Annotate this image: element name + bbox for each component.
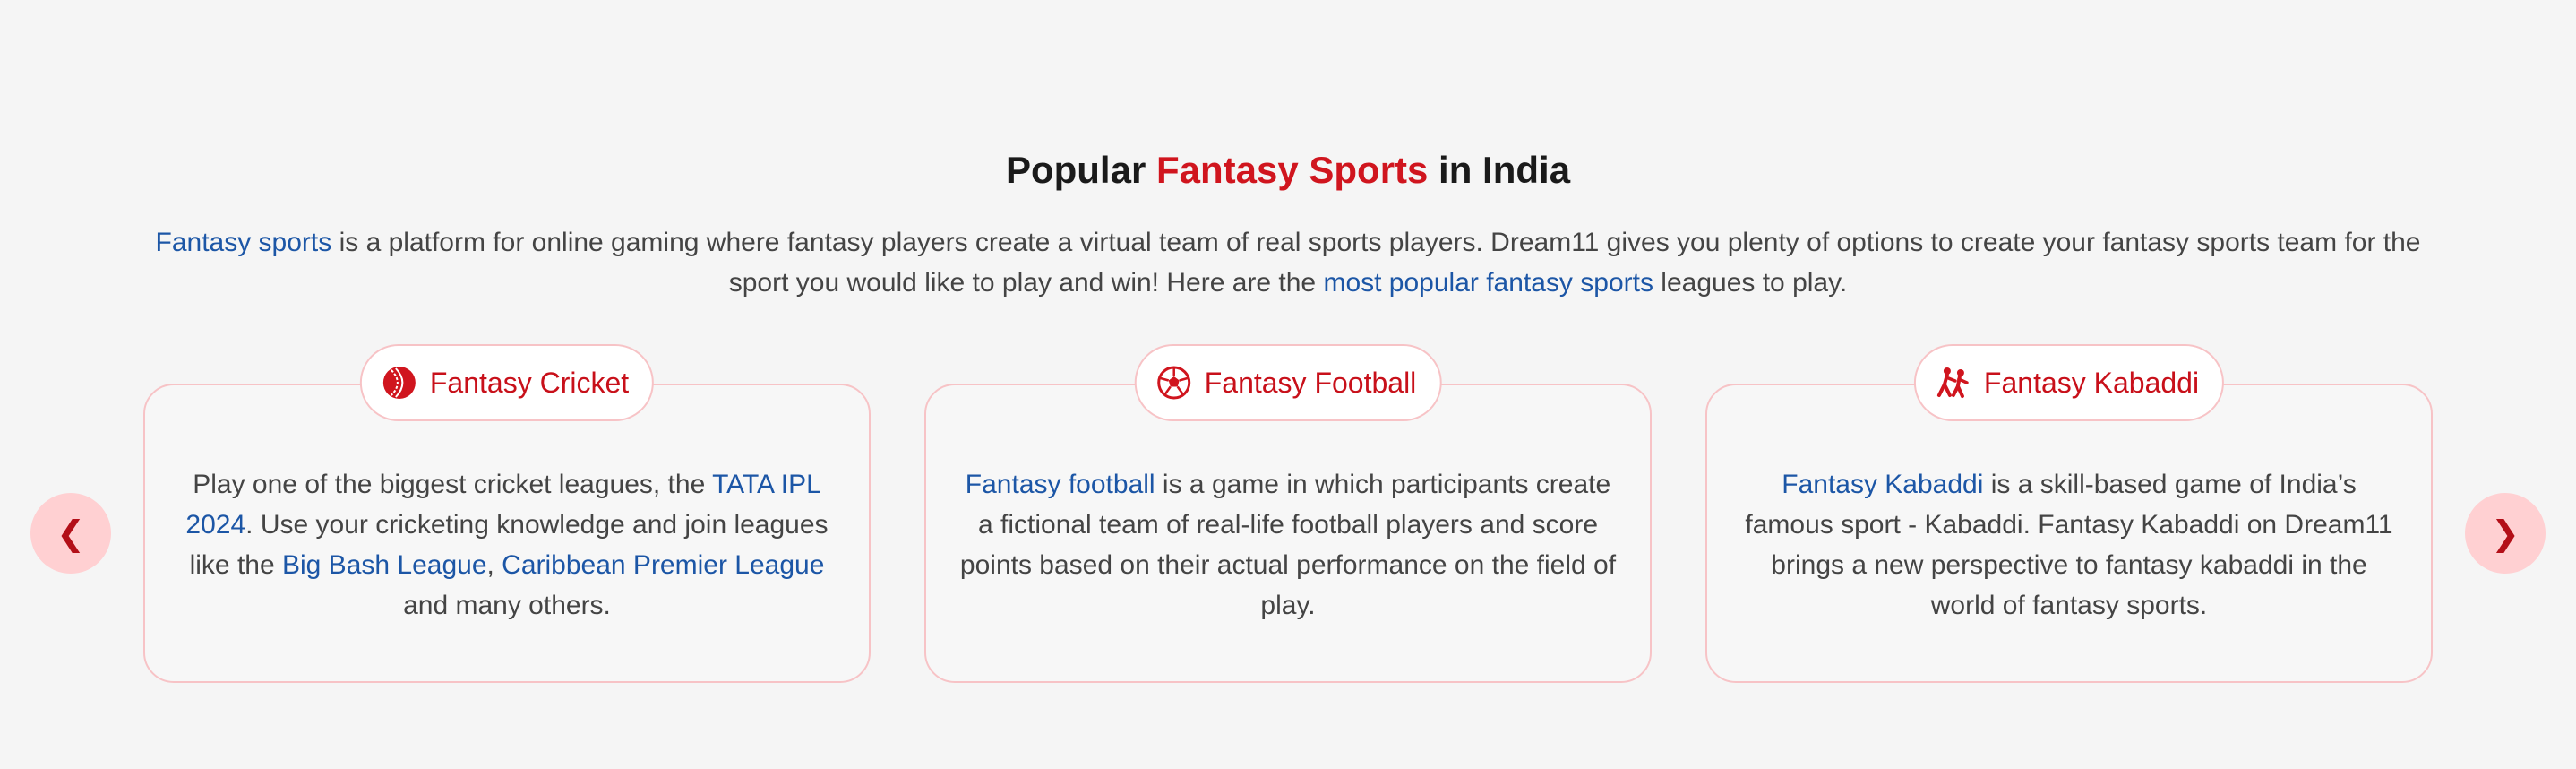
- card-cricket-text: Play one of the biggest cricket leagues,…: [177, 464, 837, 626]
- title-prefix: Popular: [1005, 149, 1156, 191]
- title-accent: Fantasy Sports: [1155, 149, 1429, 191]
- title-suffix: in India: [1428, 149, 1571, 191]
- kabaddi-players-icon: [1936, 365, 1971, 401]
- football-icon: [1156, 365, 1192, 401]
- cricket-text-4: and many others.: [403, 591, 611, 620]
- card-kabaddi-title: Fantasy Kabaddi: [1983, 366, 2200, 399]
- card-fantasy-cricket: Fantasy Cricket Play one of the biggest …: [143, 344, 871, 683]
- fantasy-sports-link[interactable]: Fantasy sports: [156, 228, 332, 257]
- card-football-header[interactable]: Fantasy Football: [1134, 344, 1442, 421]
- cricket-text-1: Play one of the biggest cricket leagues,…: [193, 470, 713, 499]
- card-cricket-title: Fantasy Cricket: [429, 366, 630, 399]
- cricket-text-3: ,: [486, 550, 502, 580]
- card-kabaddi-text: Fantasy Kabaddi is a skill-based game of…: [1739, 464, 2399, 626]
- cricket-ball-icon: [382, 365, 417, 401]
- card-football-title: Fantasy Football: [1204, 366, 1417, 399]
- fantasy-kabaddi-link[interactable]: Fantasy Kabaddi: [1782, 470, 1983, 499]
- fantasy-sports-section: Popular Fantasy Sports in India Fantasy …: [0, 0, 2576, 769]
- big-bash-league-link[interactable]: Big Bash League: [282, 550, 487, 580]
- card-fantasy-kabaddi: Fantasy Kabaddi Fantasy Kabaddi is a ski…: [1705, 344, 2433, 683]
- section-title: Popular Fantasy Sports in India: [0, 143, 2576, 197]
- carousel-prev-button[interactable]: ❮: [30, 493, 111, 574]
- card-fantasy-football: Fantasy Football Fantasy football is a g…: [924, 344, 1652, 683]
- caribbean-premier-league-link[interactable]: Caribbean Premier League: [502, 550, 824, 580]
- section-intro: Fantasy sports is a platform for online …: [134, 222, 2442, 303]
- card-football-text: Fantasy football is a game in which part…: [958, 464, 1618, 626]
- fantasy-football-link[interactable]: Fantasy football: [966, 470, 1155, 499]
- most-popular-fantasy-sports-link[interactable]: most popular fantasy sports: [1323, 268, 1653, 298]
- carousel-next-button[interactable]: ❯: [2465, 493, 2546, 574]
- card-cricket-header[interactable]: Fantasy Cricket: [359, 344, 655, 421]
- card-kabaddi-header[interactable]: Fantasy Kabaddi: [1913, 344, 2225, 421]
- intro-text-2: leagues to play.: [1653, 268, 1848, 298]
